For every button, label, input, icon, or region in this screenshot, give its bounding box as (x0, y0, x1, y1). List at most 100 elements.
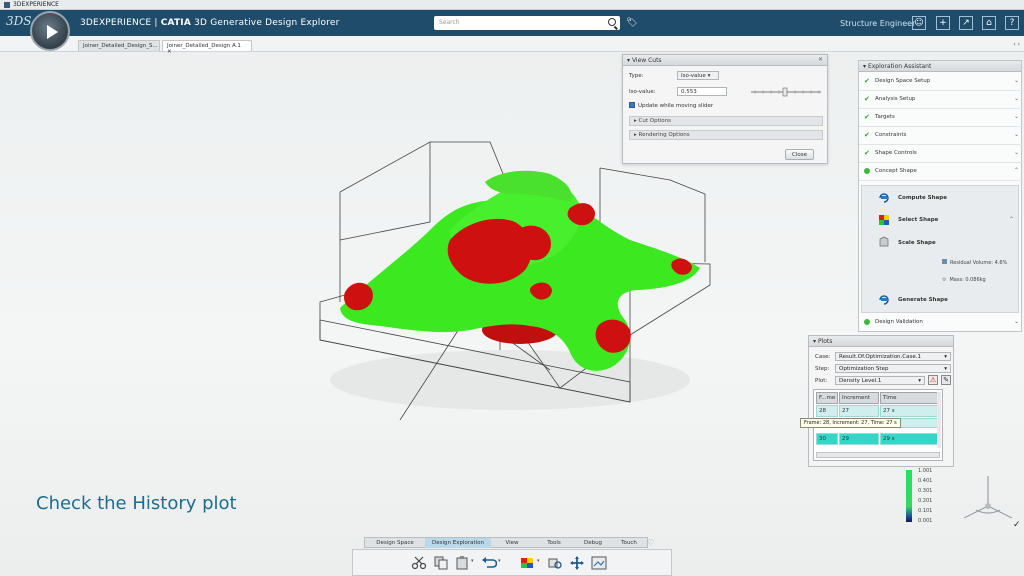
vertical-scrollbar[interactable] (937, 392, 941, 448)
chevron-up-icon[interactable]: ⌃ (1014, 167, 1019, 174)
generate-shape-button[interactable]: Generate Shape (898, 297, 948, 303)
search-icon[interactable] (608, 18, 616, 26)
ds-logo-icon: 3DS (6, 14, 32, 28)
search-input[interactable]: Search (434, 16, 620, 30)
table-cell[interactable]: 27 (839, 405, 879, 417)
type-select[interactable]: Iso-value ▾ (677, 71, 719, 80)
action-bar: ▾ ▾ ▾ (352, 549, 672, 576)
close-tab-icon[interactable]: ✕ (167, 49, 172, 55)
step-design-validation[interactable]: Design Validation ⌄ (859, 314, 1023, 332)
cut-options-section[interactable]: ▸ Cut Options (629, 116, 823, 126)
home-icon[interactable]: ⌂ (982, 16, 996, 30)
iso-value-input[interactable]: 0.553 (677, 87, 727, 96)
share-icon[interactable]: ↗ (959, 16, 973, 30)
axis-triad-icon[interactable] (958, 470, 1018, 530)
close-icon[interactable]: ✕ (818, 56, 823, 63)
column-header-time[interactable]: Time (880, 392, 940, 404)
column-header-frame[interactable]: F...me (816, 392, 838, 404)
help-icon[interactable]: ? (1005, 16, 1019, 30)
tab-view[interactable]: View (491, 538, 533, 548)
undo-icon[interactable] (481, 556, 497, 570)
history-plot-icon[interactable]: ⚠ (928, 375, 938, 385)
simulate-icon[interactable] (547, 556, 563, 570)
compute-shape-button[interactable]: Compute Shape (898, 195, 947, 201)
chevron-down-icon[interactable]: ▾ (498, 558, 501, 564)
table-cell[interactable]: 29 s (880, 433, 940, 445)
chevron-down-icon[interactable]: ⌄ (1014, 318, 1019, 325)
table-tooltip: Frame: 28, Increment: 27, Time: 27 s (800, 418, 901, 428)
select-shape-icon[interactable] (878, 214, 890, 226)
chevron-down-icon[interactable]: ▾ (471, 558, 474, 564)
collapse-icon[interactable]: ▾ (813, 338, 816, 345)
plot-select-value: Density Level.1 (839, 378, 882, 384)
type-label: Type: (629, 73, 644, 79)
step-label: Step: (815, 366, 830, 372)
check-icon: ✔ (864, 113, 870, 121)
table-cell[interactable]: 28 (816, 405, 838, 417)
plot-select[interactable]: Density Level.1 ▾ (835, 376, 925, 385)
column-header-increment[interactable]: Increment (839, 392, 879, 404)
collapse-icon[interactable]: ▾ (627, 57, 630, 64)
check-icon: ✔ (864, 149, 870, 157)
chevron-down-icon: ▾ (944, 354, 947, 360)
tab-touch[interactable]: Touch (611, 538, 647, 548)
chevron-down-icon[interactable]: ⌄ (1014, 149, 1019, 156)
copy-icon[interactable] (433, 556, 449, 570)
image-icon[interactable] (591, 556, 607, 570)
table-cell[interactable]: 29 (839, 433, 879, 445)
chevron-down-icon[interactable]: ⌄ (1014, 113, 1019, 120)
tab-design-exploration[interactable]: Design Exploration (425, 538, 491, 548)
iso-value-slider[interactable] (749, 87, 823, 97)
step-constraints[interactable]: ✔ Constraints ⌄ (859, 127, 1023, 145)
update-while-moving-checkbox[interactable]: Update while moving slider (629, 102, 713, 109)
tab-joiner-detailed-design-s[interactable]: Joiner_Detailed_Design_S... (78, 40, 160, 51)
select-shape-button[interactable]: Select Shape (898, 217, 938, 223)
edit-icon[interactable]: ✎ (941, 375, 951, 385)
action-bar-tabs: Design Space Design Exploration View Too… (364, 537, 648, 548)
step-design-space-setup[interactable]: ✔ Design Space Setup ⌄ (859, 73, 1023, 91)
tab-scroll-arrows[interactable]: ‹ › (1013, 41, 1020, 48)
table-cell[interactable]: 27 s (880, 405, 940, 417)
chevron-down-icon[interactable]: ⌄ (1014, 95, 1019, 102)
chevron-down-icon[interactable]: ▾ (537, 558, 540, 564)
move-icon[interactable] (569, 556, 585, 570)
favorite-heart-icon[interactable]: ♡ (647, 538, 654, 547)
concept-shape-actions: Compute Shape Select Shape ⌃ Scale Shape… (861, 185, 1019, 313)
role-label[interactable]: Structure Engineer (840, 19, 915, 28)
case-label: Case: (815, 354, 831, 360)
rendering-options-section[interactable]: ▸ Rendering Options (629, 130, 823, 140)
chevron-down-icon[interactable]: ⌄ (1014, 131, 1019, 138)
chevron-up-icon[interactable]: ⌃ (1009, 216, 1014, 223)
plots-title: Plots (817, 338, 833, 345)
step-analysis-setup[interactable]: ✔ Analysis Setup ⌄ (859, 91, 1023, 109)
compute-shape-icon[interactable] (878, 192, 890, 204)
tab-design-space[interactable]: Design Space (365, 538, 425, 548)
app-mini-icon (4, 1, 10, 8)
tab-tools[interactable]: Tools (533, 538, 575, 548)
scale-shape-icon[interactable] (878, 236, 890, 248)
paste-icon[interactable] (455, 556, 471, 570)
chevron-down-icon[interactable]: ⌄ (1014, 77, 1019, 84)
tab-joiner-detailed-design-a1[interactable]: Joiner_Detailed_Design A.1 ✕ (162, 40, 252, 55)
case-select[interactable]: Result.Of.Optimization.Case.1 ▾ (835, 352, 951, 361)
cut-icon[interactable] (411, 556, 427, 570)
add-icon[interactable]: + (936, 16, 950, 30)
compass-play-button[interactable] (30, 11, 70, 51)
status-dot-icon (864, 319, 870, 325)
collapse-icon[interactable]: ▾ (863, 63, 866, 70)
horizontal-scrollbar[interactable] (816, 452, 940, 458)
legend-value: 0.201 (918, 498, 933, 504)
step-concept-shape[interactable]: Concept Shape ⌃ (859, 163, 1023, 181)
close-button[interactable]: Close (785, 149, 814, 160)
step-select[interactable]: Optimization Step ▾ (835, 364, 951, 373)
tag-icon[interactable]: 🏷︎ (626, 18, 637, 28)
step-shape-controls[interactable]: ✔ Shape Controls ⌄ (859, 145, 1023, 163)
user-icon[interactable]: ☺ (912, 16, 926, 30)
table-cell[interactable]: 30 (816, 433, 838, 445)
shape-icon[interactable] (519, 556, 535, 570)
step-targets[interactable]: ✔ Targets ⌄ (859, 109, 1023, 127)
generate-shape-icon[interactable] (878, 294, 890, 306)
tab-debug[interactable]: Debug (575, 538, 611, 548)
generative-shape-3d-view[interactable] (300, 130, 720, 420)
scale-shape-button[interactable]: Scale Shape (898, 240, 936, 246)
